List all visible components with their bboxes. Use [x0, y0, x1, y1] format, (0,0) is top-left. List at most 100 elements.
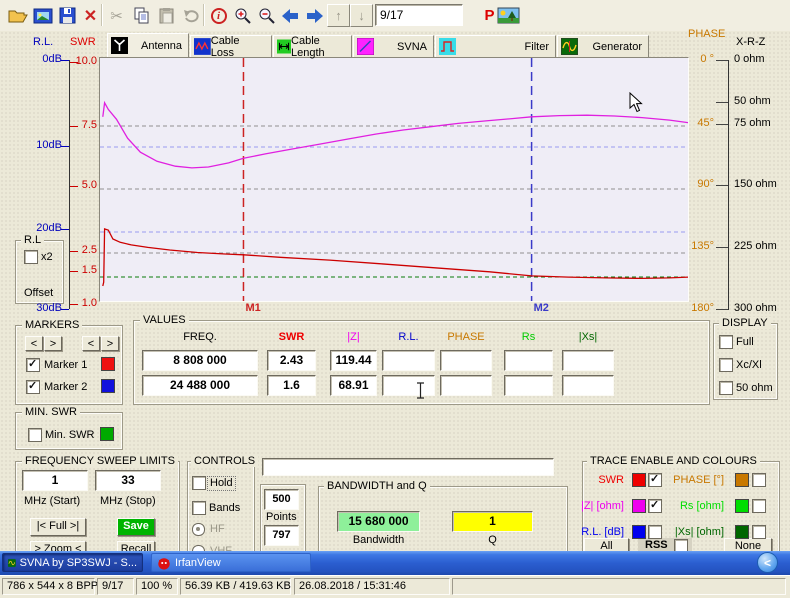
previous-image-icon[interactable]: [279, 4, 302, 27]
rl-offset-title: R.L: [21, 234, 44, 246]
thumbnails-icon[interactable]: [31, 4, 54, 27]
trace-checkbox[interactable]: [752, 473, 766, 487]
marker1-right-button[interactable]: >: [44, 336, 62, 351]
values-header: Rs: [504, 331, 553, 344]
value-cell-m1-6[interactable]: [562, 350, 614, 371]
swr-tick-mark: [70, 251, 78, 252]
bands-checkbox[interactable]: [192, 501, 206, 515]
trace-label: |Xs| [ohm]: [664, 526, 724, 539]
value-cell-m2-4[interactable]: [440, 375, 492, 396]
irfanview-statusbar: 786 x 544 x 8 BPP 9/17 100 % 56.39 KB / …: [0, 575, 790, 598]
bands-label: Bands: [209, 502, 240, 515]
display-50ohm-checkbox[interactable]: [719, 381, 733, 395]
taskbar-irfanview-button[interactable]: IrfanView: [151, 553, 311, 572]
hold-label: Hold: [207, 476, 236, 491]
marker1-color-swatch[interactable]: [101, 357, 115, 371]
freq-start-field[interactable]: 1: [22, 470, 88, 491]
landscape-icon[interactable]: [497, 4, 520, 27]
next-image-icon[interactable]: [303, 4, 326, 27]
tab-generator[interactable]: Generator: [557, 35, 649, 57]
swr-axis-title: SWR: [70, 36, 96, 49]
tab-cable-length[interactable]: Cable Length: [273, 35, 352, 57]
copy-icon[interactable]: [130, 4, 153, 27]
save-button[interactable]: Save: [117, 518, 155, 536]
irfanview-task-icon: [157, 556, 171, 570]
undo-icon: [180, 4, 203, 27]
value-cell-m1-1[interactable]: 2.43: [267, 350, 316, 371]
sweep-chart[interactable]: [99, 57, 689, 302]
tab-svna[interactable]: SVNA: [353, 35, 434, 57]
trace-checkbox[interactable]: [752, 499, 766, 513]
xrz-axis-title: X-R-Z: [736, 36, 765, 49]
right-tick-mark: [716, 124, 728, 125]
tab-cable-loss[interactable]: Cable Loss: [190, 35, 272, 57]
value-cell-m2-6[interactable]: [562, 375, 614, 396]
trace-color-swatch[interactable]: [632, 473, 646, 487]
status-filesize: 56.39 KB / 419.63 KB: [180, 578, 291, 595]
hf-radio[interactable]: [192, 523, 205, 536]
rl-x2-checkbox[interactable]: [24, 250, 38, 264]
marker1-checkbox[interactable]: [26, 358, 40, 372]
q-field[interactable]: 1: [452, 511, 533, 532]
value-cell-m2-2[interactable]: 68.91: [330, 375, 377, 396]
first-image-icon: ↑: [327, 4, 350, 27]
marker1-left-button[interactable]: <: [25, 336, 43, 351]
trace-title: TRACE ENABLE AND COLOURS: [587, 455, 760, 467]
display-full-checkbox[interactable]: [719, 335, 733, 349]
bandwidth-field[interactable]: 15 680 000: [337, 511, 420, 532]
freq-stop-field[interactable]: 33: [95, 470, 161, 491]
min-swr-checkbox[interactable]: [28, 428, 42, 442]
min-swr-color-swatch[interactable]: [100, 427, 114, 441]
value-cell-m1-4[interactable]: [440, 350, 492, 371]
value-cell-m1-5[interactable]: [504, 350, 553, 371]
cable-length-icon: [277, 38, 291, 55]
value-cell-m2-5[interactable]: [504, 375, 553, 396]
value-cell-m1-3[interactable]: [382, 350, 435, 371]
taskbar-svna-button[interactable]: SVNA by SP3SWJ - S...: [2, 553, 143, 572]
trace-color-swatch[interactable]: [632, 525, 646, 539]
trace-checkbox[interactable]: [752, 525, 766, 539]
delete-icon[interactable]: ✕: [79, 4, 102, 27]
page-number-input[interactable]: [375, 4, 463, 26]
zoom-in-icon[interactable]: [231, 4, 254, 27]
trace-color-swatch[interactable]: [632, 499, 646, 513]
value-cell-m1-0[interactable]: 8 808 000: [142, 350, 258, 371]
display-xcxl-checkbox[interactable]: [719, 358, 733, 372]
info-icon[interactable]: i: [207, 4, 230, 27]
zoom-out-icon[interactable]: [255, 4, 278, 27]
points-top-field[interactable]: 500: [264, 489, 299, 510]
marker2-right-button[interactable]: >: [101, 336, 119, 351]
ohm-tick-label: 150 ohm: [734, 178, 777, 191]
bandwidth-label: Bandwidth: [337, 534, 420, 547]
hold-checkbox[interactable]: [192, 476, 206, 490]
trace-color-swatch[interactable]: [735, 473, 749, 487]
tab-antenna[interactable]: Antenna: [107, 33, 189, 57]
value-cell-m2-0[interactable]: 24 488 000: [142, 375, 258, 396]
trace-color-swatch[interactable]: [735, 499, 749, 513]
swr-tick-mark: [70, 62, 78, 63]
ohm-tick-label: 50 ohm: [734, 95, 771, 108]
status-zoom: 100 %: [136, 578, 178, 595]
value-cell-m2-1[interactable]: 1.6: [267, 375, 316, 396]
tab-label: Generator: [592, 41, 642, 53]
trace-checkbox[interactable]: [648, 499, 662, 513]
value-cell-m1-2[interactable]: 119.44: [330, 350, 377, 371]
marker2-left-button[interactable]: <: [82, 336, 100, 351]
taskbar-collapse-button[interactable]: <: [757, 552, 778, 573]
tab-label: Antenna: [141, 40, 182, 52]
save-icon[interactable]: [56, 4, 79, 27]
marker1-label-text: Marker 1: [44, 359, 87, 372]
value-cell-m2-3[interactable]: [382, 375, 435, 396]
marker1-label: M1: [245, 302, 260, 314]
points-bottom-field[interactable]: 797: [264, 525, 299, 546]
trace-checkbox[interactable]: [648, 525, 662, 539]
values-header: |Xs|: [562, 331, 614, 344]
trace-color-swatch[interactable]: [735, 525, 749, 539]
trace-checkbox[interactable]: [648, 473, 662, 487]
tab-filter[interactable]: Filter: [435, 35, 556, 57]
marker2-color-swatch[interactable]: [101, 379, 115, 393]
marker2-checkbox[interactable]: [26, 380, 40, 394]
comment-input[interactable]: [262, 458, 554, 476]
full-range-button[interactable]: |< Full >|: [30, 518, 86, 536]
open-folder-icon[interactable]: [6, 4, 29, 27]
